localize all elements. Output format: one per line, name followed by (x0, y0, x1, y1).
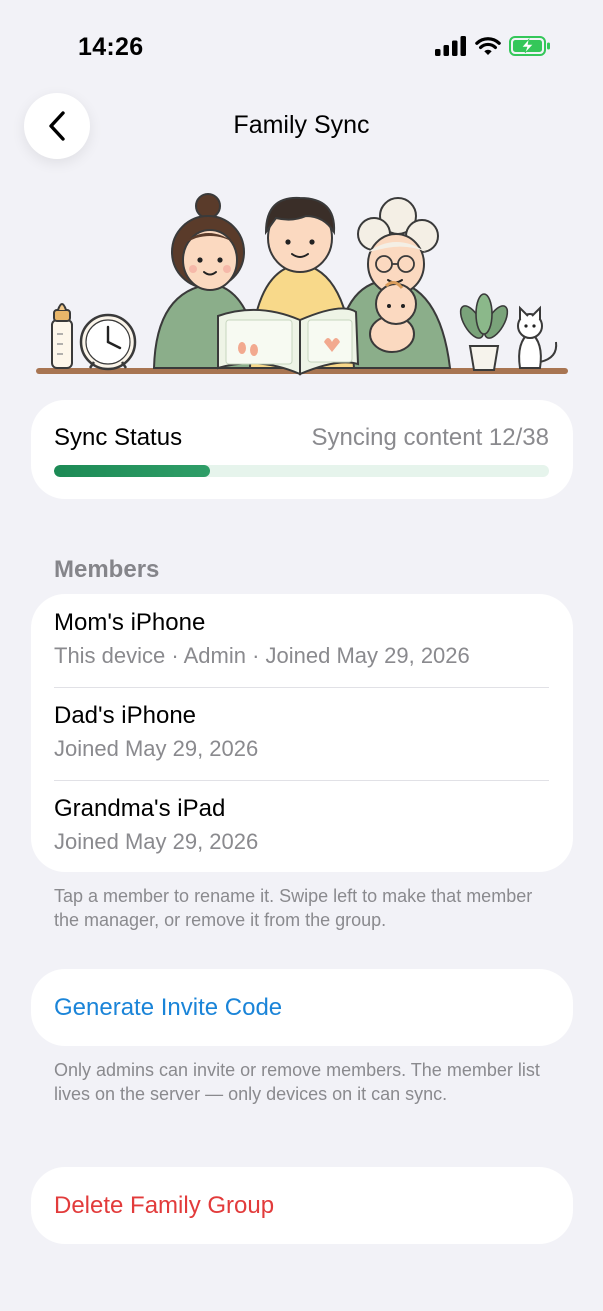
member-row[interactable]: Dad's iPhone Joined May 29, 2026 (54, 687, 549, 780)
members-footnote: Tap a member to rename it. Swipe left to… (54, 886, 533, 930)
sync-status-label: Sync Status (54, 424, 183, 451)
delete-family-group-button[interactable]: Delete Family Group (31, 1167, 573, 1244)
status-icons (435, 36, 551, 56)
potted-plant-icon (459, 293, 509, 371)
member-detail: Joined May 29, 2026 (54, 829, 259, 854)
delete-family-group-label: Delete Family Group (54, 1192, 275, 1219)
member-row[interactable]: Mom's iPhone This device · Admin · Joine… (54, 594, 549, 687)
wifi-icon (475, 37, 501, 55)
members-list: Mom's iPhone This device · Admin · Joine… (31, 594, 573, 872)
battery-charging-icon (509, 36, 550, 56)
alarm-clock-icon (79, 313, 137, 371)
status-time: 14:26 (78, 33, 144, 61)
invite-footnote: Only admins can invite or remove members… (54, 1060, 540, 1104)
members-section-header: Members (54, 556, 160, 583)
page-title: Family Sync (233, 111, 370, 139)
family-reading-book-illustration (36, 193, 568, 376)
sync-status-text: Syncing content 12/38 (311, 424, 549, 451)
member-name: Mom's iPhone (54, 609, 206, 636)
member-row[interactable]: Grandma's iPad Joined May 29, 2026 (54, 780, 549, 873)
generate-invite-code-button[interactable]: Generate Invite Code (31, 969, 573, 1046)
generate-invite-code-label: Generate Invite Code (54, 994, 283, 1021)
sync-progress-bar (54, 465, 549, 477)
member-name: Grandma's iPad (54, 795, 226, 822)
status-bar: 14:26 (0, 0, 603, 90)
member-name: Dad's iPhone (54, 702, 197, 729)
sync-progress-fill (54, 465, 211, 477)
signal-icon (435, 36, 466, 56)
sync-status-card: Sync Status Syncing content 12/38 (31, 400, 573, 499)
baby-bottle-icon (51, 303, 73, 369)
member-detail: Joined May 29, 2026 (54, 736, 259, 761)
cat-icon (517, 305, 558, 369)
member-detail: This device · Admin · Joined May 29, 202… (54, 643, 470, 668)
